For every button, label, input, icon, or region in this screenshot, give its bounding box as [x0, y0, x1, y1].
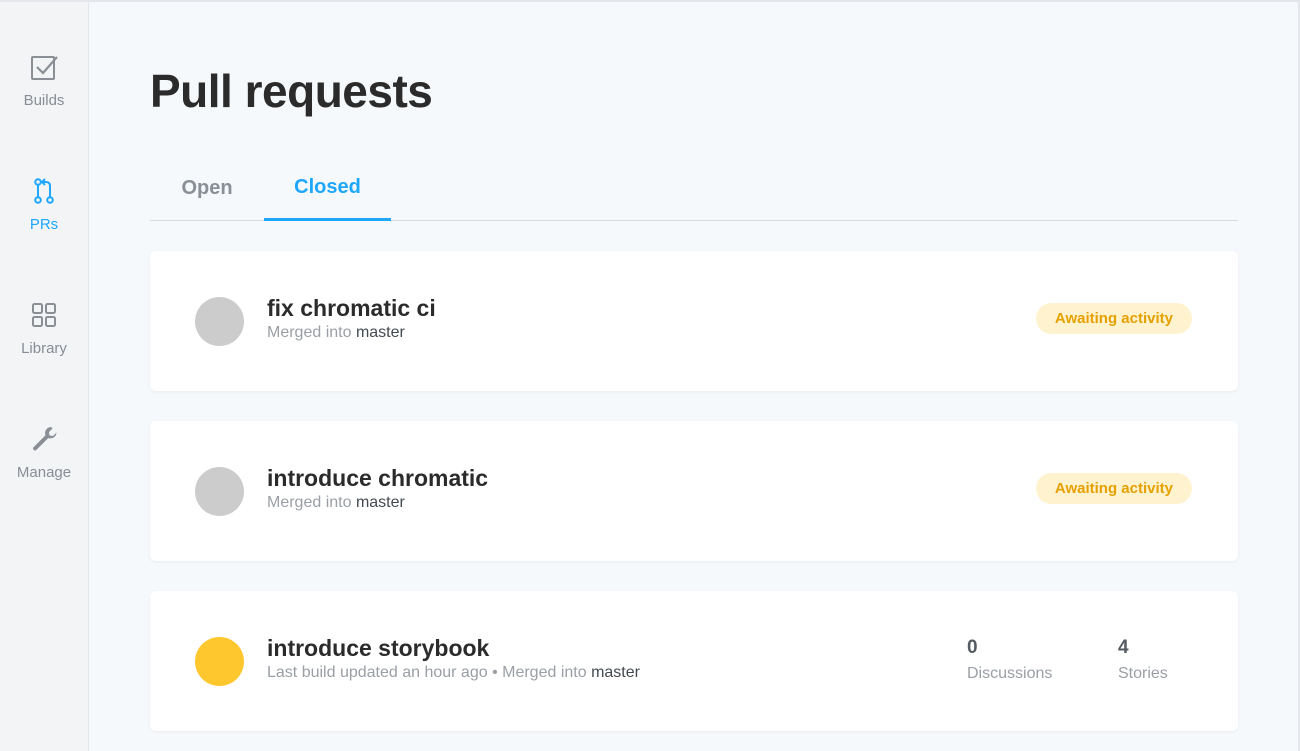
stories-stat: 4 Stories	[1118, 637, 1168, 683]
sidebar-item-label: Manage	[16, 464, 72, 481]
status-badge: Awaiting activity	[1035, 473, 1192, 504]
pr-tabs: Open Closed	[150, 166, 1238, 221]
build-status-indicator	[195, 637, 244, 686]
tab-open[interactable]: Open	[150, 166, 264, 218]
sidebar-item-library[interactable]: Library	[0, 300, 88, 380]
build-status-indicator	[195, 467, 244, 516]
status-badge: Awaiting activity	[1035, 303, 1192, 334]
pr-title: introduce chromatic	[267, 465, 489, 491]
merged-text: Merged into	[267, 494, 352, 511]
stories-count: 4	[1118, 637, 1129, 658]
merged-text: Merged into	[267, 324, 352, 341]
branch-name: master	[355, 324, 405, 341]
branch-name: master	[355, 494, 405, 511]
sidebar-item-prs[interactable]: PRs	[0, 176, 88, 256]
sidebar-item-builds[interactable]: Builds	[0, 52, 88, 132]
pr-subtitle: Last build updated an hour ago • Merged …	[267, 664, 640, 682]
pr-title: introduce storybook	[267, 635, 490, 661]
merged-text: Merged into	[502, 664, 587, 681]
sidebar-item-label: Builds	[23, 92, 65, 109]
tab-closed[interactable]: Closed	[264, 166, 391, 221]
checkbox-icon	[31, 56, 58, 80]
discussions-stat: 0 Discussions	[967, 637, 1052, 683]
pr-title: fix chromatic ci	[267, 295, 436, 321]
sidebar-item-label: PRs	[29, 216, 59, 233]
pull-request-icon	[34, 178, 54, 204]
pr-card[interactable]: introduce storybook Last build updated a…	[150, 591, 1238, 731]
sidebar-item-manage[interactable]: Manage	[0, 424, 88, 504]
build-status-indicator	[195, 297, 244, 346]
grid-icon	[32, 303, 56, 327]
branch-name: master	[591, 664, 640, 681]
pr-subtitle: Merged into master	[267, 494, 405, 512]
pr-card[interactable]: fix chromatic ci Merged into master Awai…	[150, 251, 1238, 391]
discussions-count: 0	[967, 637, 978, 658]
last-build-text: Last build updated an hour ago •	[267, 664, 503, 681]
stories-label: Stories	[1118, 665, 1168, 682]
pr-subtitle: Merged into master	[267, 324, 405, 342]
pr-card[interactable]: introduce chromatic Merged into master A…	[150, 421, 1238, 561]
wrench-icon	[33, 427, 57, 451]
main-content: Pull requests Open Closed fix chromatic …	[150, 0, 1238, 751]
sidebar-item-label: Library	[21, 340, 67, 357]
discussions-label: Discussions	[967, 665, 1053, 682]
sidebar-nav: Builds PRs Library Manage	[0, 2, 89, 751]
page-title: Pull requests	[150, 65, 433, 117]
